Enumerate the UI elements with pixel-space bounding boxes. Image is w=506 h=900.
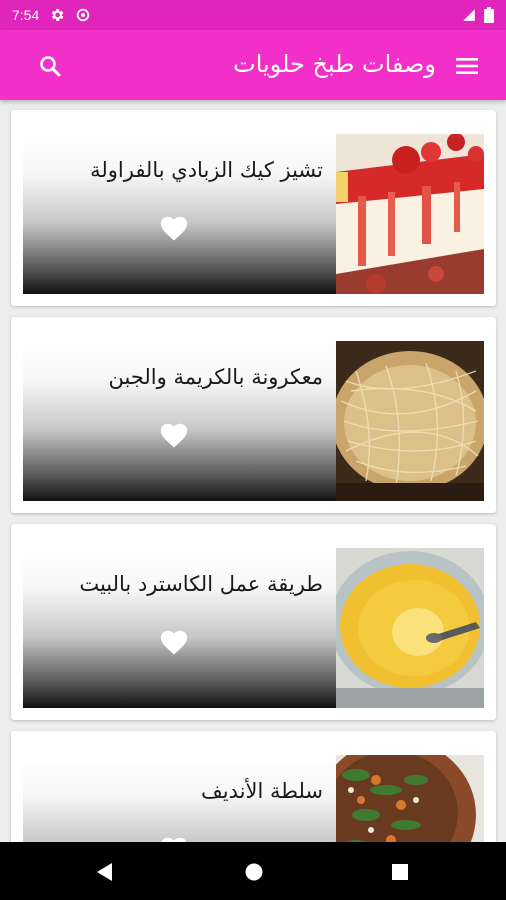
hamburger-menu-icon — [456, 58, 478, 74]
recents-icon[interactable] — [386, 858, 414, 886]
favorite-heart-icon[interactable] — [159, 421, 189, 449]
app-bar: وصفات طبخ حلويات — [0, 30, 506, 100]
recipe-title: طريقة عمل الكاسترد بالبيت — [79, 572, 323, 596]
favorite-heart-icon[interactable] — [159, 835, 189, 842]
recipe-card[interactable]: طريقة عمل الكاسترد بالبيت — [11, 524, 496, 720]
battery-icon — [484, 7, 494, 23]
search-icon — [40, 56, 61, 77]
recipe-card[interactable]: معكرونة بالكريمة والجبن — [11, 317, 496, 513]
data-saver-icon — [77, 8, 90, 22]
settings-icon — [52, 9, 64, 21]
search-button[interactable] — [36, 52, 64, 80]
recipe-text-area: تشيز كيك الزبادي بالفراولة — [23, 134, 336, 294]
page-title: وصفات طبخ حلويات — [233, 50, 436, 78]
home-icon[interactable] — [240, 858, 268, 886]
navigation-bar — [0, 842, 506, 900]
pasta-photo — [336, 341, 484, 501]
signal-icon — [463, 9, 475, 21]
recipe-text-area: معكرونة بالكريمة والجبن — [23, 341, 336, 501]
status-time: 7:54 — [12, 7, 40, 23]
status-bar: 7:54 — [0, 0, 506, 30]
favorite-heart-icon[interactable] — [159, 214, 189, 242]
favorite-heart-icon[interactable] — [159, 628, 189, 656]
recipe-title: معكرونة بالكريمة والجبن — [108, 365, 323, 389]
salad-photo — [336, 755, 484, 842]
recipe-list: تشيز كيك الزبادي بالفراولة معكرونة بالكر… — [0, 100, 506, 842]
recipe-title: سلطة الأنديف — [201, 779, 323, 803]
recipe-card[interactable]: سلطة الأنديف — [11, 731, 496, 842]
recipe-text-area: طريقة عمل الكاسترد بالبيت — [23, 548, 336, 708]
back-icon[interactable] — [91, 858, 119, 886]
recipe-card[interactable]: تشيز كيك الزبادي بالفراولة — [11, 110, 496, 306]
menu-button[interactable] — [452, 52, 482, 80]
recipe-text-area: سلطة الأنديف — [23, 755, 336, 842]
custard-photo — [336, 548, 484, 708]
cheesecake-photo — [336, 134, 484, 294]
recipe-title: تشيز كيك الزبادي بالفراولة — [90, 158, 323, 182]
